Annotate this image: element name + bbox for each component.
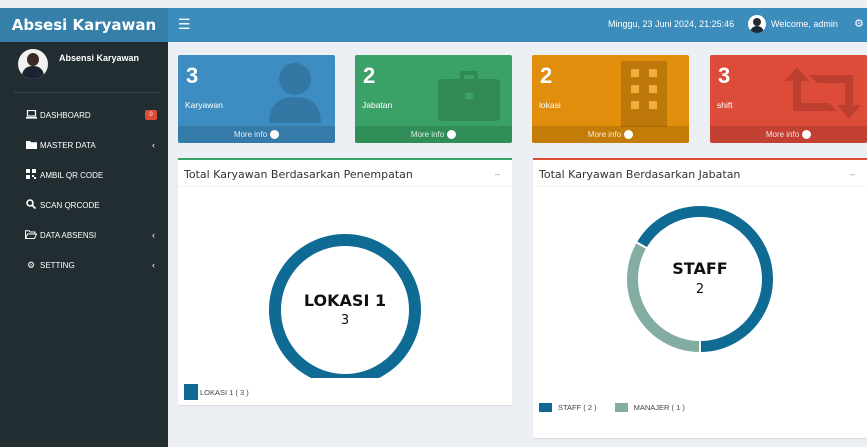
avatar[interactable] — [748, 15, 766, 33]
donut-center-label: LOKASI 1 — [304, 291, 386, 310]
chart-legend: LOKASI 1 ( 3 ) — [184, 384, 249, 400]
legend-label: LOKASI 1 ( 3 ) — [200, 387, 249, 397]
chart-legend: STAFF ( 2 ) MANAJER ( 1 ) — [539, 403, 685, 412]
briefcase-icon — [438, 71, 500, 121]
legend-label: STAFF ( 2 ) — [558, 403, 597, 412]
sidebar-item-label: AMBIL QR CODE — [40, 170, 104, 180]
search-icon — [25, 199, 37, 211]
more-info-link[interactable]: More info ➤ — [355, 126, 512, 143]
sidebar-item-setting[interactable]: ⚙ SETTING ‹ — [0, 250, 168, 280]
sidebar-item-label: DATA ABSENSI — [40, 230, 97, 240]
folder-icon — [25, 140, 37, 151]
sidebar-item-ambil-qr-code[interactable]: AMBIL QR CODE — [0, 160, 168, 190]
sidebar-menu: DASHBOARD 0 MASTER DATA ‹ AMBIL QR CODE … — [0, 100, 168, 280]
stat-box-shift: 3 shift More info ➤ — [710, 55, 867, 143]
chevron-left-icon: ‹ — [152, 230, 155, 240]
qrcode-icon — [25, 169, 37, 181]
stat-count: 2 — [363, 63, 376, 88]
sidebar-item-scan-qrcode[interactable]: SCAN QRCODE — [0, 190, 168, 220]
laptop-icon — [25, 109, 37, 121]
stat-count: 3 — [718, 63, 731, 88]
stat-label: Karyawan — [185, 100, 223, 110]
gears-icon: ⚙ — [26, 259, 36, 270]
legend-swatch — [539, 403, 552, 412]
more-info-link[interactable]: More info ➤ — [532, 126, 689, 143]
panel-title: Total Karyawan Berdasarkan Penempatan — [184, 168, 413, 181]
donut-center-label: STAFF — [672, 259, 727, 278]
legend-label: MANAJER ( 1 ) — [633, 403, 685, 412]
sidebar: Absensi Karyawan DASHBOARD 0 MASTER DATA… — [0, 42, 168, 447]
profile-avatar — [18, 49, 48, 79]
donut-chart-jabatan: STAFF 2 — [625, 204, 775, 355]
sidebar-item-label: SETTING — [40, 260, 75, 270]
stat-box-karyawan: 3 Karyawan More info ➤ — [178, 55, 335, 143]
hamburger-icon[interactable]: ☰ — [178, 16, 191, 33]
stat-count: 3 — [186, 63, 199, 88]
stat-label: shift — [717, 100, 733, 110]
top-navbar: ☰ Minggu, 23 Juni 2024, 21:25:46 Welcome… — [168, 8, 867, 42]
gears-icon[interactable]: ⚙ — [854, 17, 864, 30]
chevron-left-icon: ‹ — [152, 140, 155, 150]
welcome-user-menu[interactable]: Welcome, admin — [771, 19, 838, 29]
sidebar-item-label: MASTER DATA — [40, 140, 96, 150]
collapse-button[interactable]: – — [495, 169, 500, 179]
retweet-icon — [785, 67, 861, 119]
panel-title: Total Karyawan Berdasarkan Jabatan — [539, 168, 741, 181]
donut-center-value: 3 — [341, 313, 349, 328]
sidebar-item-master-data[interactable]: MASTER DATA ‹ — [0, 130, 168, 160]
collapse-button[interactable]: – — [850, 169, 855, 179]
panel-penempatan: Total Karyawan Berdasarkan Penempatan – … — [178, 158, 512, 405]
folder-open-icon — [24, 229, 38, 241]
sidebar-item-label: SCAN QRCODE — [40, 200, 100, 210]
profile-name: Absensi Karyawan — [59, 53, 140, 63]
sidebar-item-dashboard[interactable]: DASHBOARD 0 — [0, 100, 168, 130]
legend-swatch — [184, 384, 198, 400]
more-info-link[interactable]: More info ➤ — [178, 126, 335, 143]
notification-badge: 0 — [145, 110, 157, 120]
more-info-link[interactable]: More info ➤ — [710, 126, 867, 143]
sidebar-item-label: DASHBOARD — [40, 110, 91, 120]
user-icon — [269, 63, 321, 123]
panel-jabatan: Total Karyawan Berdasarkan Jabatan – STA… — [533, 158, 867, 438]
legend-swatch — [614, 403, 628, 412]
stat-box-jabatan: 2 Jabatan More info ➤ — [355, 55, 512, 143]
donut-chart-penempatan: LOKASI 1 3 — [267, 232, 423, 378]
stat-count: 2 — [540, 63, 553, 88]
stat-label: Jabatan — [362, 100, 393, 110]
sidebar-item-data-absensi[interactable]: DATA ABSENSI ‹ — [0, 220, 168, 250]
stat-label: lokasi — [539, 100, 561, 110]
building-icon — [621, 61, 667, 127]
sidebar-divider — [14, 92, 160, 93]
donut-center-value: 2 — [696, 282, 704, 297]
datetime-label: Minggu, 23 Juni 2024, 21:25:46 — [608, 19, 735, 29]
app-title: Absesi Karyawan — [11, 16, 157, 34]
app-logo[interactable]: Absesi Karyawan — [0, 8, 168, 42]
chevron-left-icon: ‹ — [152, 260, 155, 270]
stat-box-lokasi: 2 lokasi More info ➤ — [532, 55, 689, 143]
